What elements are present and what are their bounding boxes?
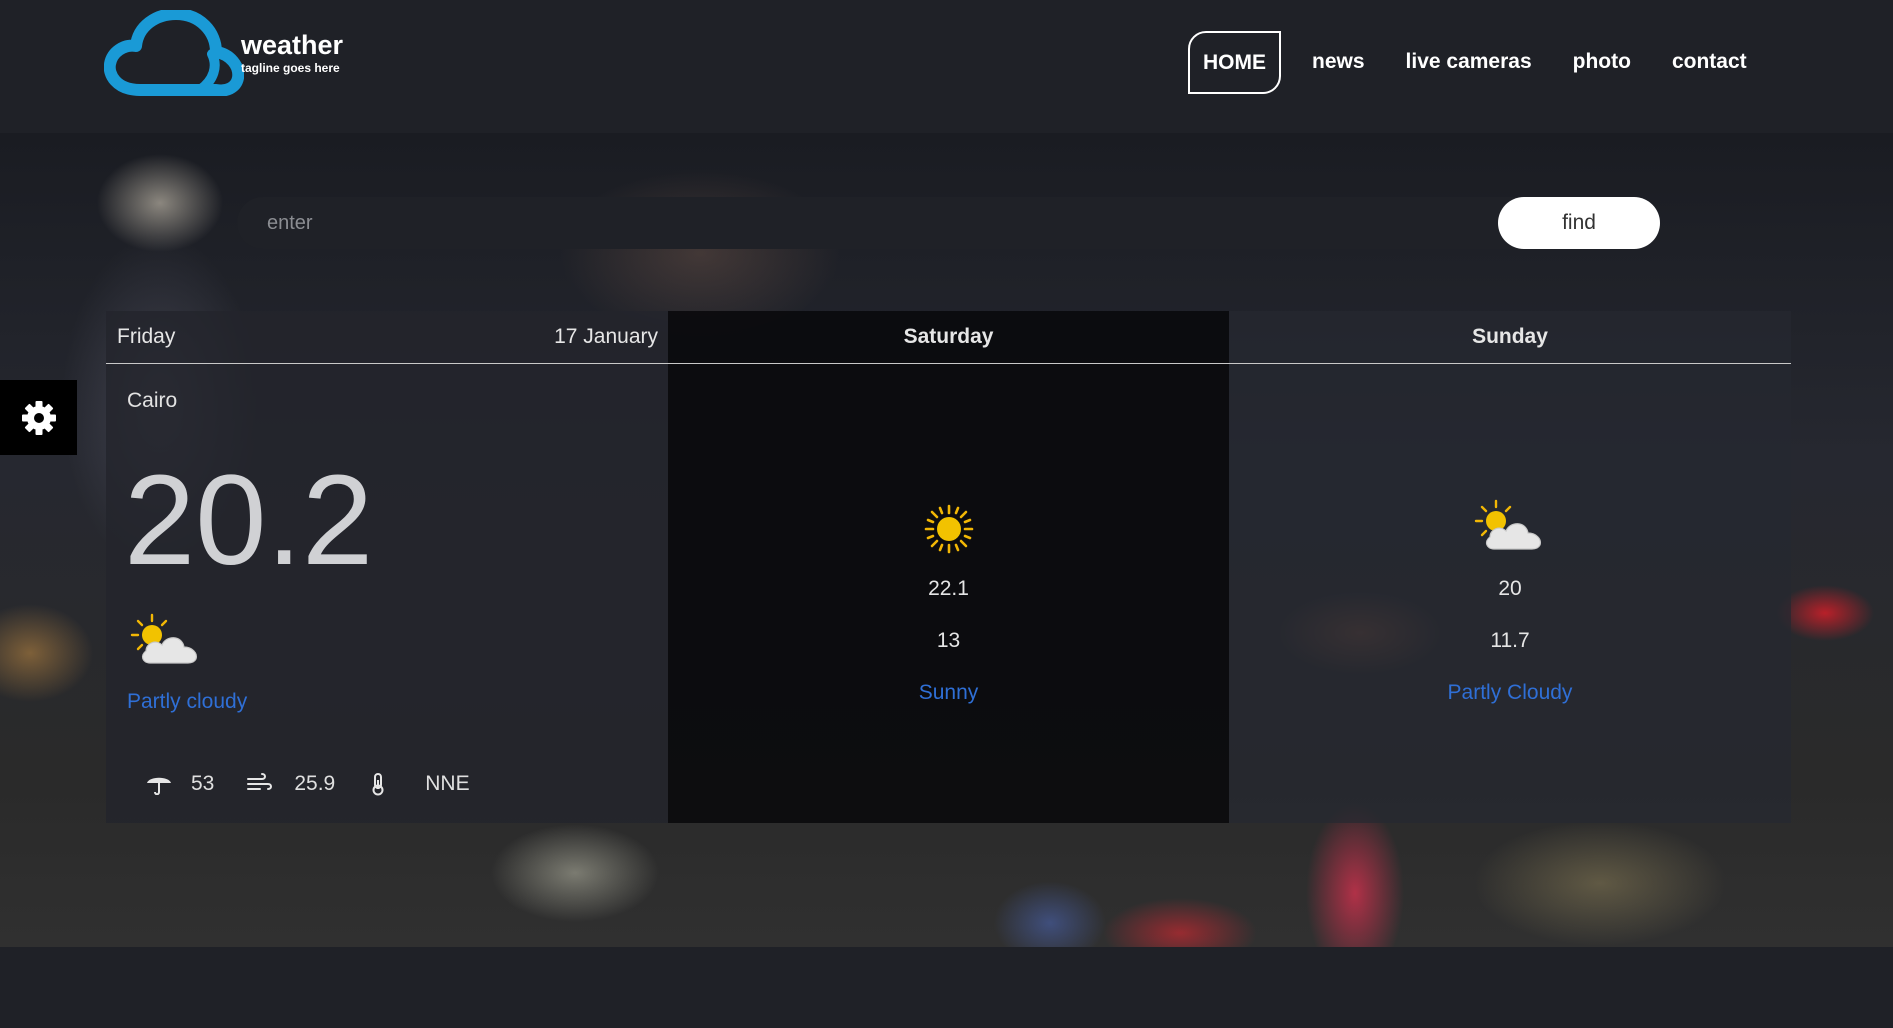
forecast-min-temp: 11.7 bbox=[1490, 629, 1530, 652]
logo[interactable]: weather tagline goes here bbox=[104, 10, 364, 96]
footer-bar bbox=[0, 947, 1893, 1028]
forecast-condition: Sunny bbox=[918, 681, 979, 704]
umbrella-icon bbox=[144, 773, 174, 795]
forecast-min-temp: 13 bbox=[936, 629, 961, 652]
site-header: weather tagline goes here HOME news live… bbox=[0, 0, 1893, 133]
today-stats: 53 25.9 NNE bbox=[144, 764, 470, 804]
nav-item-live-cameras[interactable]: live cameras bbox=[1406, 49, 1532, 75]
today-date: 17 January bbox=[554, 325, 658, 348]
forecast-max-temp: 22.1 bbox=[928, 577, 969, 600]
cloud-logo-icon bbox=[104, 10, 244, 96]
today-card: Friday 17 January Cairo 20.2 Partly clou… bbox=[106, 311, 668, 823]
wind-speed-value: 25.9 bbox=[294, 772, 336, 795]
nav-item-home[interactable]: HOME bbox=[1188, 30, 1281, 94]
today-header: Friday 17 January bbox=[106, 311, 668, 364]
forecast-card-saturday: Saturday 22.1 13 Sunny bbox=[668, 311, 1229, 823]
nav-item-contact[interactable]: contact bbox=[1672, 49, 1747, 75]
forecast-max-temp: 20 bbox=[1498, 577, 1522, 600]
forecast-panel: Friday 17 January Cairo 20.2 Partly clou… bbox=[106, 311, 1791, 823]
city-name: Cairo bbox=[127, 389, 178, 412]
thermometer-icon bbox=[363, 772, 393, 796]
nav-item-news[interactable]: news bbox=[1312, 49, 1365, 75]
main-nav: HOME news live cameras photo contact bbox=[1188, 30, 1788, 94]
settings-button[interactable] bbox=[0, 380, 77, 455]
sun-icon bbox=[668, 504, 1229, 554]
forecast-day-header: Saturday bbox=[668, 311, 1229, 364]
wind-icon bbox=[244, 773, 274, 795]
brand-name: weather bbox=[241, 30, 344, 60]
gear-icon bbox=[21, 400, 56, 435]
forecast-day-name: Sunday bbox=[1472, 325, 1548, 348]
find-button[interactable]: find bbox=[1498, 197, 1660, 249]
search-bar: find bbox=[237, 197, 1660, 249]
forecast-card-sunday: Sunday 20 11.7 Partly Cloudy bbox=[1229, 311, 1791, 823]
today-day: Friday bbox=[117, 325, 176, 348]
partly-cloudy-icon bbox=[130, 613, 197, 664]
partly-cloudy-icon bbox=[1229, 499, 1791, 555]
humidity-value: 53 bbox=[191, 772, 215, 795]
current-temperature: 20.2 bbox=[124, 449, 374, 592]
nav-item-photo[interactable]: photo bbox=[1573, 49, 1631, 75]
search-input[interactable] bbox=[237, 197, 1537, 249]
brand-tagline: tagline goes here bbox=[241, 61, 340, 75]
forecast-day-name: Saturday bbox=[903, 325, 994, 348]
wind-direction-value: NNE bbox=[425, 772, 470, 795]
today-condition: Partly cloudy bbox=[127, 690, 248, 713]
forecast-condition: Partly Cloudy bbox=[1447, 681, 1573, 704]
forecast-day-header: Sunday bbox=[1229, 311, 1791, 364]
